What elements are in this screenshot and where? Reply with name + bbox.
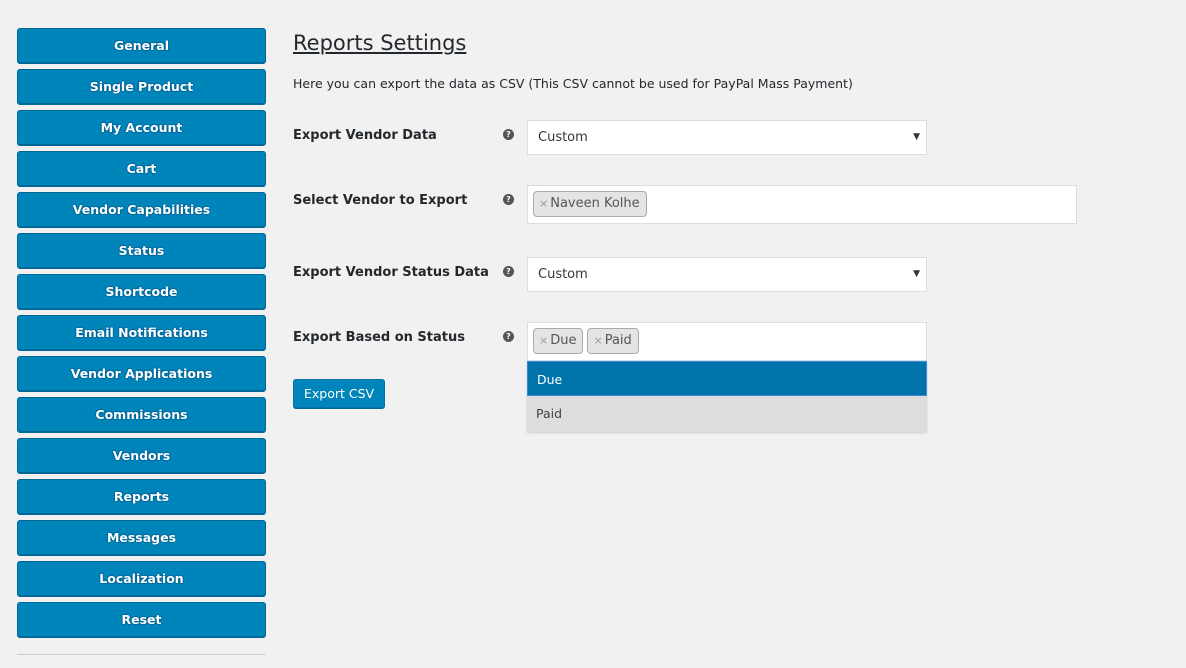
export-based-on-status-label: Export Based on Status [293, 330, 465, 345]
sidebar-item-reports[interactable]: Reports [17, 479, 266, 515]
select-value: Custom [538, 267, 588, 282]
dropdown-arrow-icon: ▼ [913, 269, 920, 279]
sidebar-item-vendor-capabilities[interactable]: Vendor Capabilities [17, 192, 266, 228]
sidebar-item-reset[interactable]: Reset [17, 602, 266, 638]
status-multiselect[interactable]: × Due × Paid [527, 322, 927, 361]
select-vendor-label: Select Vendor to Export [293, 193, 468, 208]
sidebar-item-general[interactable]: General [17, 28, 266, 64]
export-vendor-status-select[interactable]: Custom ▼ [527, 257, 927, 292]
remove-icon[interactable]: × [539, 197, 548, 210]
settings-sidebar: General Single Product My Account Cart V… [17, 28, 266, 643]
vendor-tag: × Naveen Kolhe [533, 191, 647, 217]
select-value: Custom [538, 130, 588, 145]
status-tag-due: × Due [533, 328, 584, 354]
sidebar-item-status[interactable]: Status [17, 233, 266, 269]
export-csv-button[interactable]: Export CSV [293, 379, 386, 408]
remove-icon[interactable]: × [539, 334, 548, 347]
sidebar-divider [17, 654, 266, 655]
dropdown-option-paid[interactable]: Paid [527, 396, 927, 432]
tag-label: Due [550, 333, 577, 348]
status-tag-paid: × Paid [587, 328, 639, 354]
page-title: Reports Settings [293, 31, 467, 55]
export-vendor-data-label: Export Vendor Data [293, 128, 437, 143]
dropdown-option-due[interactable]: Due [527, 361, 927, 396]
sidebar-item-messages[interactable]: Messages [17, 520, 266, 556]
tag-label: Paid [604, 333, 632, 348]
sidebar-item-vendor-applications[interactable]: Vendor Applications [17, 356, 266, 392]
page-description: Here you can export the data as CSV (Thi… [293, 76, 853, 91]
sidebar-item-vendors[interactable]: Vendors [17, 438, 266, 474]
dropdown-arrow-icon: ▼ [913, 132, 920, 142]
help-icon[interactable]: ? [503, 194, 514, 205]
sidebar-item-cart[interactable]: Cart [17, 151, 266, 187]
sidebar-item-single-product[interactable]: Single Product [17, 69, 266, 105]
sidebar-item-email-notifications[interactable]: Email Notifications [17, 315, 266, 351]
tag-label: Naveen Kolhe [550, 196, 640, 211]
help-icon[interactable]: ? [503, 129, 514, 140]
remove-icon[interactable]: × [593, 334, 602, 347]
export-vendor-data-select[interactable]: Custom ▼ [527, 120, 927, 155]
help-icon[interactable]: ? [503, 266, 514, 277]
sidebar-item-commissions[interactable]: Commissions [17, 397, 266, 433]
help-icon[interactable]: ? [503, 331, 514, 342]
sidebar-item-my-account[interactable]: My Account [17, 110, 266, 146]
sidebar-item-shortcode[interactable]: Shortcode [17, 274, 266, 310]
export-vendor-status-label: Export Vendor Status Data [293, 265, 489, 280]
select-vendor-multiselect[interactable]: × Naveen Kolhe [527, 185, 1077, 224]
sidebar-item-localization[interactable]: Localization [17, 561, 266, 597]
status-dropdown-list: Due Paid [527, 361, 927, 432]
